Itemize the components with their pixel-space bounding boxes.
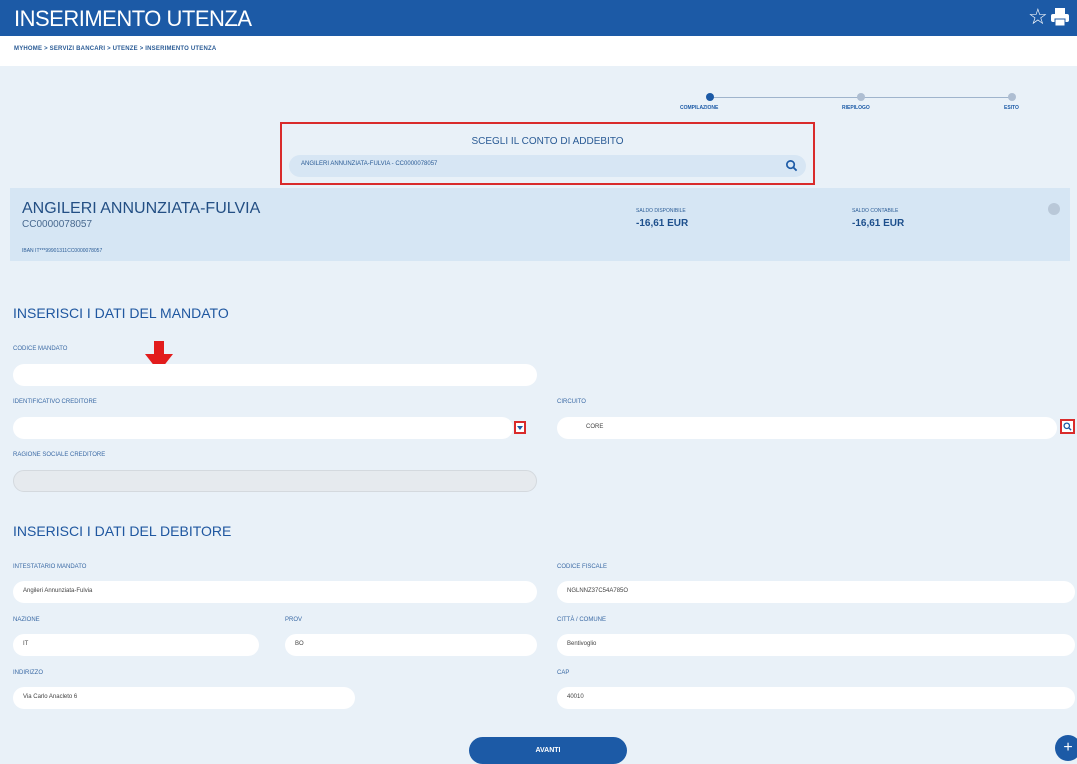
codice-mandato-input[interactable] <box>13 364 537 386</box>
conto-addebito-heading: SCEGLI IL CONTO DI ADDEBITO <box>471 136 624 147</box>
star-icon[interactable]: ☆ <box>1028 5 1048 29</box>
avanti-button[interactable]: AVANTI <box>469 737 627 764</box>
identificativo-creditore-label: IDENTIFICATIVO CREDITORE <box>13 399 97 405</box>
conto-addebito-box: SCEGLI IL CONTO DI ADDEBITO ANGILERI ANN… <box>280 122 815 185</box>
ragione-sociale-input <box>13 470 537 492</box>
citta-comune-label: CITTÀ / COMUNE <box>557 617 606 623</box>
step-label-compilazione: COMPILAZIONE <box>680 105 719 111</box>
account-iban: IBAN IT***99901311CC0000078057 <box>22 248 103 254</box>
conto-addebito-select[interactable]: ANGILERI ANNUNZIATA-FULVIA - CC000007805… <box>289 155 806 177</box>
codice-fiscale-label: CODICE FISCALE <box>557 564 608 570</box>
settings-icon[interactable] <box>1048 203 1060 215</box>
circuito-label: CIRCUITO <box>557 399 586 405</box>
intestatario-mandato-input[interactable]: Angileri Annunziata-Fulvia <box>13 581 537 603</box>
codice-mandato-label: CODICE MANDATO <box>13 346 68 352</box>
cap-input[interactable]: 40010 <box>557 687 1075 709</box>
ragione-sociale-label: RAGIONE SOCIALE CREDITORE <box>13 452 106 458</box>
account-code: CC0000078057 <box>22 219 93 230</box>
search-icon[interactable] <box>785 159 798 172</box>
conto-addebito-value: ANGILERI ANNUNZIATA-FULVIA - CC000007805… <box>301 161 438 167</box>
citta-comune-input[interactable]: Bentivoglio <box>557 634 1075 656</box>
circuito-input[interactable]: CORE <box>557 417 1057 439</box>
mandato-section-title: INSERISCI I DATI DEL MANDATO <box>13 305 229 321</box>
search-icon <box>1063 422 1072 431</box>
account-holder-name: ANGILERI ANNUNZIATA-FULVIA <box>22 200 261 217</box>
identificativo-creditore-select[interactable] <box>13 417 513 439</box>
intestatario-mandato-label: INTESTATARIO MANDATO <box>13 564 87 570</box>
indirizzo-value: Via Carlo Anacleto 6 <box>23 694 78 700</box>
saldo-contabile-label: SALDO CONTABILE <box>852 208 899 214</box>
prov-value: BO <box>295 641 304 647</box>
page-title: INSERIMENTO UTENZA <box>14 6 252 31</box>
account-summary: ANGILERI ANNUNZIATA-FULVIA CC0000078057 … <box>10 188 1070 261</box>
saldo-disponibile-label: SALDO DISPONIBILE <box>636 208 686 214</box>
codice-fiscale-input[interactable]: NGLNNZ37C54A785O <box>557 581 1075 603</box>
intestatario-mandato-value: Angileri Annunziata-Fulvia <box>23 588 93 594</box>
step-dot-esito <box>1008 93 1016 101</box>
step-label-riepilogo: RIEPILOGO <box>842 105 870 111</box>
nazione-input[interactable]: IT <box>13 634 259 656</box>
progress-stepper: COMPILAZIONE RIEPILOGO ESITO <box>680 88 1040 118</box>
indirizzo-input[interactable]: Via Carlo Anacleto 6 <box>13 687 355 709</box>
step-label-esito: ESITO <box>1004 105 1019 111</box>
printer-icon[interactable] <box>1050 7 1070 27</box>
step-dot-riepilogo <box>857 93 865 101</box>
circuito-search-button[interactable] <box>1060 419 1075 434</box>
saldo-disponibile-value: -16,61 EUR <box>636 218 689 229</box>
codice-fiscale-value: NGLNNZ37C54A785O <box>567 588 629 594</box>
citta-comune-value: Bentivoglio <box>567 641 597 647</box>
indirizzo-label: INDIRIZZO <box>13 670 43 676</box>
title-bar: INSERIMENTO UTENZA ☆ <box>0 0 1077 36</box>
nazione-label: NAZIONE <box>13 617 40 623</box>
nazione-value: IT <box>23 641 29 647</box>
prov-input[interactable]: BO <box>285 634 537 656</box>
cap-value: 40010 <box>567 694 584 700</box>
breadcrumb[interactable]: MYHOME > SERVIZI BANCARI > UTENZE > INSE… <box>14 46 216 52</box>
prov-label: PROV <box>285 617 303 623</box>
debitore-section-title: INSERISCI I DATI DEL DEBITORE <box>13 523 232 539</box>
chevron-down-icon <box>517 426 523 430</box>
saldo-contabile-value: -16,61 EUR <box>852 218 905 229</box>
cap-label: CAP <box>557 670 570 676</box>
plus-icon[interactable]: + <box>1055 735 1077 761</box>
circuito-value: CORE <box>586 424 604 430</box>
step-dot-compilazione <box>706 93 714 101</box>
creditore-dropdown-button[interactable] <box>514 421 526 434</box>
breadcrumb-bar: MYHOME > SERVIZI BANCARI > UTENZE > INSE… <box>0 36 1077 66</box>
